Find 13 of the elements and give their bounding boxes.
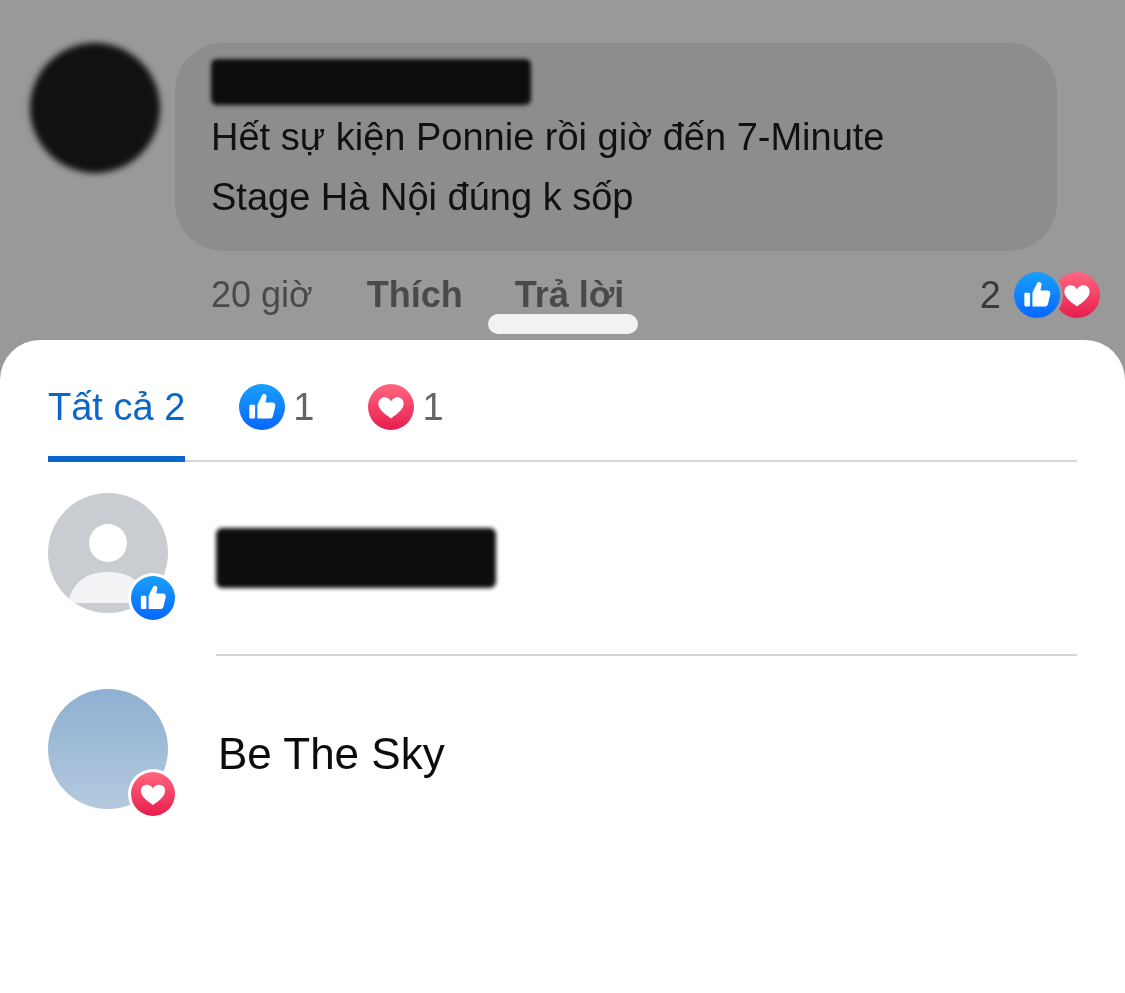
like-icon: [131, 576, 175, 620]
comment-time: 20 giờ: [211, 274, 313, 316]
person-name[interactable]: Be The Sky: [218, 729, 445, 779]
reaction-tab[interactable]: 1: [368, 384, 444, 462]
reaction-count: 2: [979, 273, 1001, 317]
like-icon: [239, 384, 286, 430]
reaction-tab[interactable]: 1: [239, 384, 315, 462]
sheet-grabber[interactable]: [488, 314, 638, 334]
comment-action-link[interactable]: Thích: [366, 277, 463, 313]
comment-text: Hết sự kiện Ponnie rồi giờ đến 7-Minute Stage Hà Nội đúng k sốp: [211, 115, 886, 220]
reaction-tab[interactable]: Tất cả 2: [48, 384, 186, 462]
like-icon: [1014, 272, 1060, 318]
comment-action-link[interactable]: Trả lời: [514, 277, 625, 313]
